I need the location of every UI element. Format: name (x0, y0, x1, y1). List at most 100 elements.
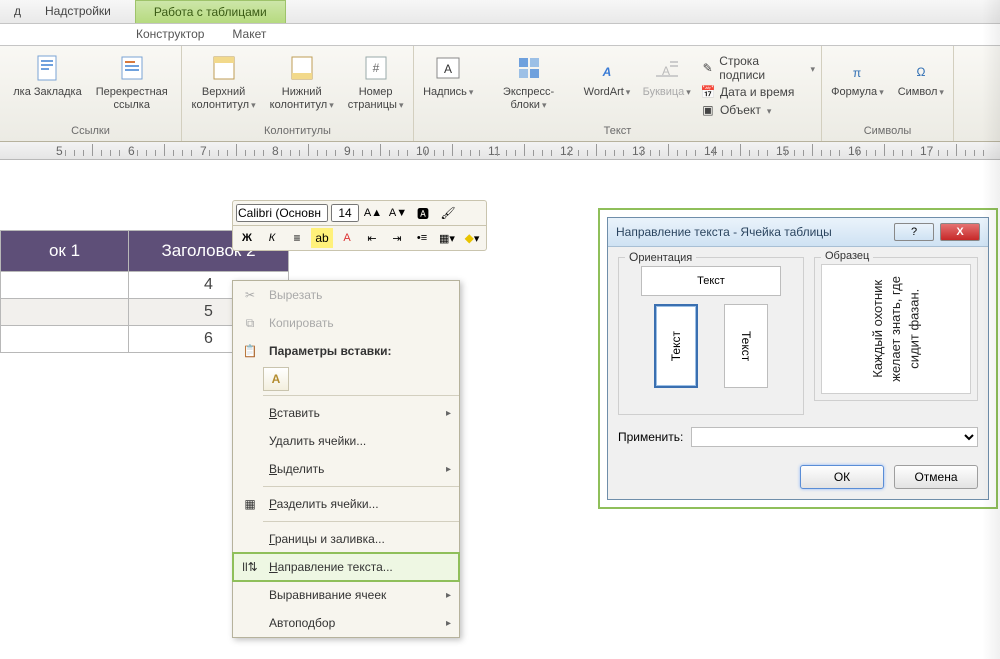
ruler-number: 12 (560, 144, 573, 158)
textbox-icon: A (432, 52, 464, 84)
tab-addins[interactable]: Надстройки (33, 0, 123, 23)
dialog-help-button[interactable]: ? (894, 223, 934, 241)
styles-dropdown[interactable]: 🅰 (412, 203, 434, 223)
grow-font-button[interactable]: A▲ (362, 203, 384, 223)
dialog-close-button[interactable]: X (940, 223, 980, 241)
document-area[interactable]: ок 1 Заголовок 2 4 5 6 A▲ A▼ 🅰 🖌 Ж К ≡ a… (0, 160, 1000, 659)
format-painter-button[interactable]: 🖌 (437, 203, 459, 223)
menu-delete-cells[interactable]: Удалить ячейки... (233, 427, 459, 455)
italic-button[interactable]: К (261, 228, 283, 248)
menu-select[interactable]: Выделить (233, 455, 459, 483)
wordart-button[interactable]: A WordArt (581, 50, 634, 101)
svg-text:A: A (602, 65, 612, 79)
bookmark-label: лка Закладка (13, 86, 81, 99)
menu-text-direction-label: Направление текста... (269, 560, 393, 574)
subtab-layout[interactable]: Макет (218, 24, 280, 45)
align-center-button[interactable]: ≡ (286, 228, 308, 248)
svg-text:π: π (853, 66, 861, 80)
svg-text:A: A (444, 62, 452, 76)
dialog-title: Направление текста - Ячейка таблицы (616, 225, 888, 239)
menu-insert[interactable]: Вставить (233, 399, 459, 427)
ruler-number: 5 (56, 144, 63, 158)
borders-dropdown[interactable]: ▦▾ (436, 228, 458, 248)
context-menu: ✂Вырезать ⧉Копировать 📋Параметры вставки… (232, 280, 460, 638)
menu-autofit[interactable]: Автоподбор (233, 609, 459, 637)
font-family-field[interactable] (236, 204, 328, 222)
signature-line-button[interactable]: ✎Строка подписи (700, 54, 815, 82)
menu-cell-alignment-label: Выравнивание ячеек (269, 588, 386, 602)
font-size-field[interactable] (331, 204, 359, 222)
table-header-1[interactable]: ок 1 (1, 231, 129, 272)
orientation-vertical-up-button[interactable]: Текст (654, 304, 698, 388)
orientation-legend: Ориентация (625, 250, 696, 264)
equation-label: Формула (831, 86, 884, 99)
symbol-button[interactable]: Ω Символ (894, 50, 948, 101)
decrease-indent-button[interactable]: ⇤ (361, 228, 383, 248)
crossref-button[interactable]: Перекрестная ссылка (92, 50, 172, 113)
footer-button[interactable]: Нижний колонтитул (266, 50, 338, 113)
menu-copy[interactable]: ⧉Копировать (233, 309, 459, 337)
menu-cell-alignment[interactable]: Выравнивание ячеек (233, 581, 459, 609)
signature-label: Строка подписи (719, 54, 804, 82)
pagenum-button[interactable]: # Номер страницы (344, 50, 408, 113)
equation-button[interactable]: π Формула (827, 50, 888, 101)
tab-partial[interactable]: д (2, 0, 33, 23)
menu-separator (263, 521, 459, 522)
mini-toolbar[interactable]: A▲ A▼ 🅰 🖌 Ж К ≡ ab A ⇤ ⇥ •≡ ▦▾ ◆▾ (232, 200, 487, 251)
textbox-label: Надпись (423, 86, 473, 99)
sample-legend: Образец (821, 250, 873, 262)
wordart-label: WordArt (584, 86, 631, 99)
dialog-titlebar[interactable]: Направление текста - Ячейка таблицы ? X (608, 218, 988, 247)
copy-icon: ⧉ (241, 314, 259, 332)
table-cell[interactable] (1, 272, 129, 299)
apply-to-select[interactable] (691, 427, 978, 447)
table-cell[interactable] (1, 299, 129, 326)
calendar-icon: 📅 (700, 84, 716, 100)
shrink-font-button[interactable]: A▼ (387, 203, 409, 223)
header-icon (208, 52, 240, 84)
orientation-vertical-down-label: Текст (739, 331, 753, 361)
text-direction-dialog: Направление текста - Ячейка таблицы ? X … (607, 217, 989, 500)
menu-autofit-label: Автоподбор (269, 616, 335, 630)
header-button[interactable]: Верхний колонтитул (188, 50, 260, 113)
datetime-button[interactable]: 📅Дата и время (700, 84, 815, 100)
table-cell[interactable] (1, 326, 129, 353)
paste-option-keep-text[interactable]: A (263, 367, 289, 391)
dropcap-button[interactable]: A Буквица (639, 50, 693, 101)
menu-borders-shading[interactable]: Границы и заливка... (233, 525, 459, 553)
bookmark-button[interactable]: лка Закладка (9, 50, 85, 101)
horizontal-ruler[interactable]: /* numbers placed by binder below */ 567… (0, 142, 1000, 160)
ruler-number: 8 (272, 144, 279, 158)
group-label-links: Ссылки (71, 123, 110, 141)
menu-text-direction[interactable]: ll⇅Направление текста... (233, 553, 459, 581)
crossref-label: Перекрестная ссылка (96, 86, 168, 111)
ruler-number: 11 (488, 144, 500, 158)
pi-icon: π (841, 52, 873, 84)
split-cells-icon: ▦ (241, 495, 259, 513)
contextual-subtabs: Конструктор Макет (0, 24, 1000, 46)
bullets-button[interactable]: •≡ (411, 228, 433, 248)
highlight-button[interactable]: ab (311, 228, 333, 248)
object-icon: ▣ (700, 102, 716, 118)
subtab-design[interactable]: Конструктор (122, 24, 218, 45)
orientation-vertical-down-button[interactable]: Текст (724, 304, 768, 388)
shading-dropdown[interactable]: ◆▾ (461, 228, 483, 248)
apply-to-label: Применить: (618, 430, 683, 444)
textbox-button[interactable]: A Надпись (420, 50, 477, 101)
quickparts-button[interactable]: Экспресс-блоки (483, 50, 575, 113)
sample-preview: Каждый охотник желает знать, где сидит ф… (821, 264, 971, 394)
ok-button[interactable]: ОК (800, 465, 884, 489)
menu-borders-label: Границы и заливка... (269, 532, 385, 546)
font-color-button[interactable]: A (336, 228, 358, 248)
wordart-icon: A (591, 52, 623, 84)
object-button[interactable]: ▣Объект (700, 102, 815, 118)
increase-indent-button[interactable]: ⇥ (386, 228, 408, 248)
bold-button[interactable]: Ж (236, 228, 258, 248)
cancel-button[interactable]: Отмена (894, 465, 978, 489)
ruler-number: 6 (128, 144, 135, 158)
ribbon-group-symbols: π Формула Ω Символ Символы (822, 46, 954, 141)
menu-split-cells-label: Разделить ячейки... (269, 497, 379, 511)
orientation-horizontal-button[interactable]: Текст (641, 266, 781, 296)
menu-cut[interactable]: ✂Вырезать (233, 281, 459, 309)
menu-split-cells[interactable]: ▦ Разделить ячейки... (233, 490, 459, 518)
